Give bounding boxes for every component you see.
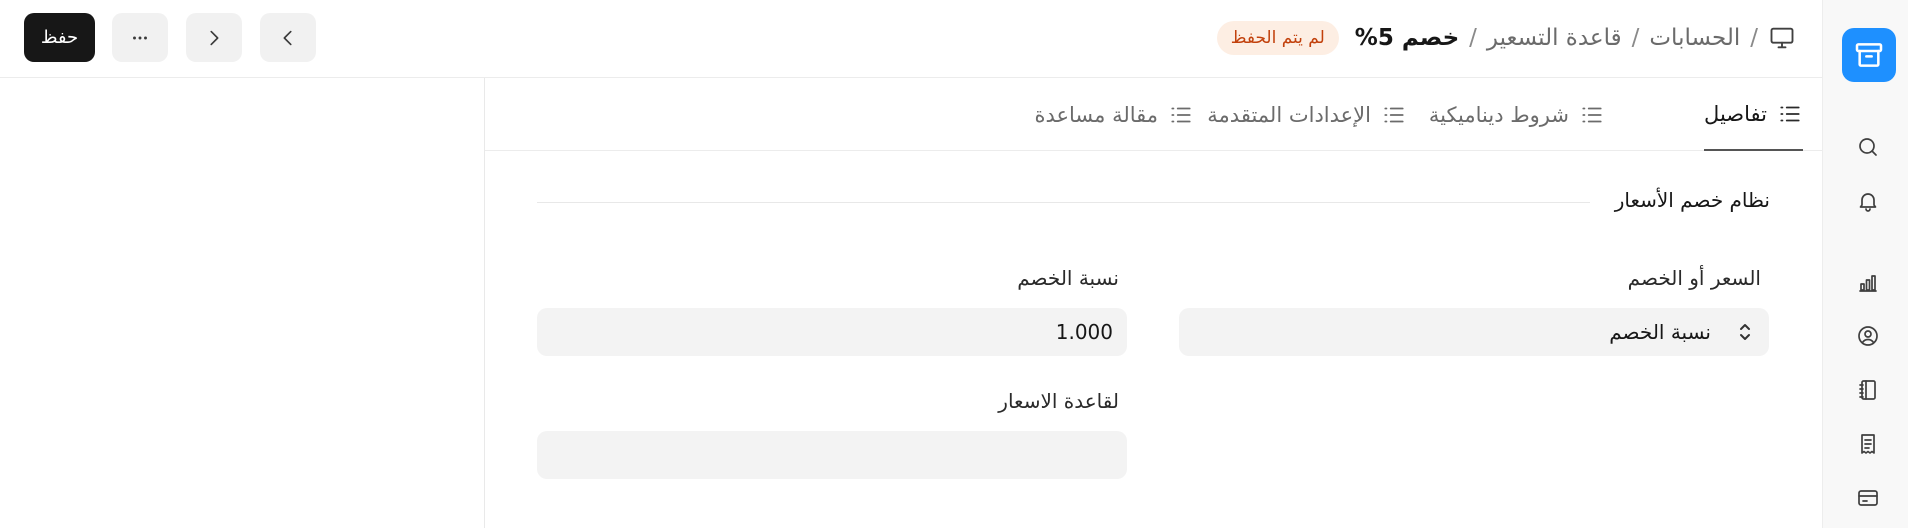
price-or-discount-select[interactable]: نسبة الخصم [1179,308,1769,356]
page-title: خصم 5% [1354,25,1460,51]
next-record-button[interactable] [186,13,242,62]
breadcrumb-item-accounts[interactable]: الحسابات [1649,25,1740,51]
breadcrumb-separator: / [1631,25,1640,51]
select-arrows-icon [1731,320,1755,344]
list-icon [1381,102,1407,128]
status-badge: لم يتم الحفظ [1216,21,1339,55]
chevron-left-icon [277,27,299,49]
tab-details[interactable]: تفاصيل [1704,78,1803,151]
breadcrumb-item-pricing-rule[interactable]: قاعدة التسعير [1487,25,1622,51]
section-divider [537,202,1590,203]
user-circle-icon[interactable] [1855,323,1881,349]
sidebar-rail [1822,0,1908,528]
previous-record-button[interactable] [260,13,316,62]
list-icon [1777,101,1803,127]
for-price-rule-label: لقاعدة الاسعار [998,389,1119,413]
bar-chart-icon[interactable] [1855,270,1881,296]
card-icon[interactable] [1855,485,1881,511]
search-icon[interactable] [1855,134,1881,160]
top-bar: حفظ / الحسابات / قاعدة التسعير / خصم 5% … [0,0,1822,78]
more-horizontal-icon [129,27,151,49]
app-logo-icon[interactable] [1842,28,1896,82]
tab-help-article[interactable]: مقالة مساعدة [1034,78,1194,151]
price-or-discount-value: نسبة الخصم [1609,320,1711,344]
breadcrumb: / الحسابات / قاعدة التسعير / خصم 5% لم ي… [1216,18,1796,58]
discount-percentage-label: نسبة الخصم [1017,266,1119,290]
receipt-icon[interactable] [1855,431,1881,457]
tab-label: تفاصيل [1704,101,1767,126]
list-icon [1168,102,1194,128]
chevron-right-icon [203,27,225,49]
monitor-icon[interactable] [1768,24,1796,52]
breadcrumb-separator: / [1750,25,1758,51]
list-icon [1579,102,1605,128]
discount-percentage-input[interactable] [537,308,1127,356]
section-title: نظام خصم الأسعار [1614,188,1770,212]
more-actions-button[interactable] [112,13,168,62]
tab-label: مقالة مساعدة [1034,102,1158,127]
tab-dynamic-conditions[interactable]: شروط ديناميكية [1429,78,1605,151]
tab-bar: تفاصيل شروط ديناميكية الإعدادات المتقدمة… [485,78,1822,151]
tab-advanced-settings[interactable]: الإعدادات المتقدمة [1207,78,1407,151]
for-price-rule-input[interactable] [537,431,1127,479]
notebook-icon[interactable] [1855,377,1881,403]
save-button[interactable]: حفظ [24,13,95,62]
bell-icon[interactable] [1855,188,1881,214]
tab-label: الإعدادات المتقدمة [1207,102,1371,127]
price-or-discount-label: السعر أو الخصم [1627,266,1761,290]
tab-label: شروط ديناميكية [1428,102,1569,127]
breadcrumb-separator: / [1469,25,1477,51]
